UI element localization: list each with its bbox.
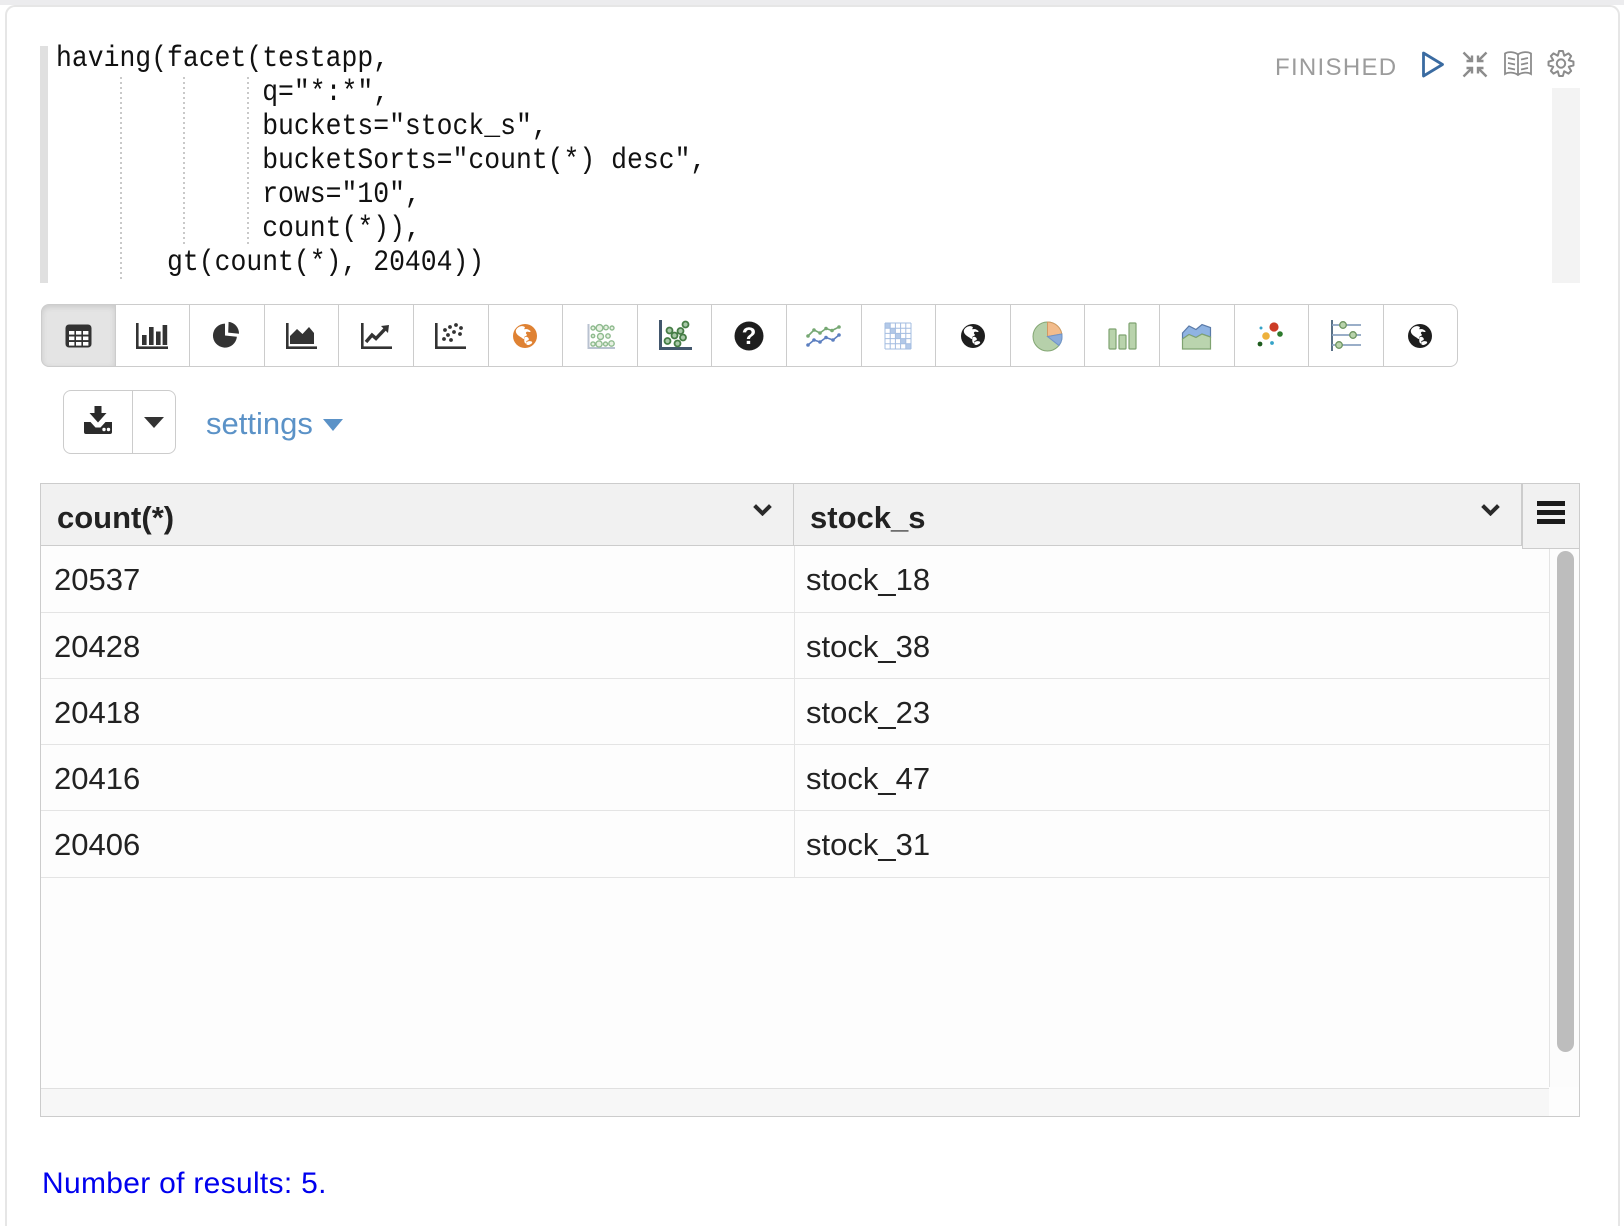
svg-text:?: ? (742, 323, 757, 350)
